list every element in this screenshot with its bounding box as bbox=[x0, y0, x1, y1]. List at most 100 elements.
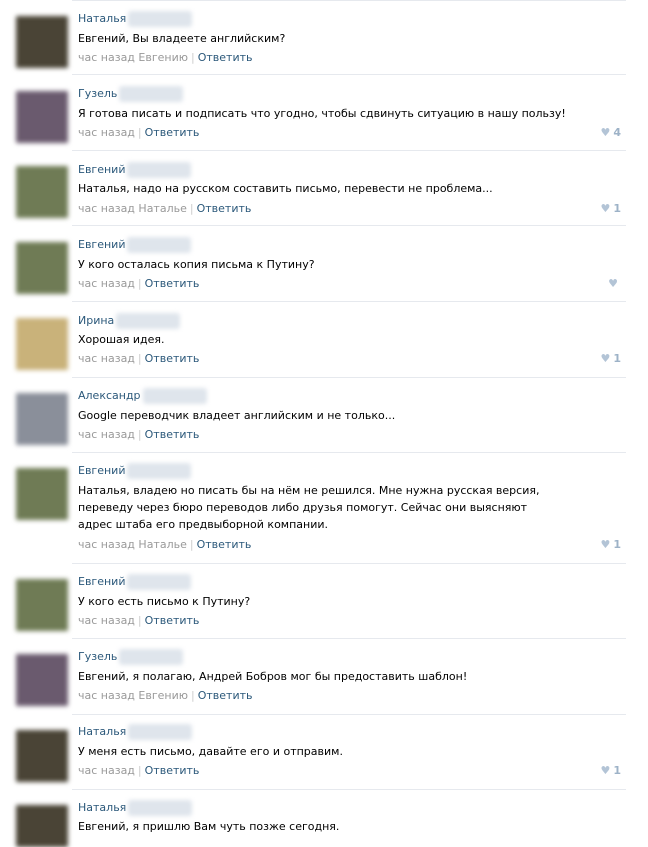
separator: | bbox=[137, 126, 142, 139]
comment-text: Наталья, надо на русском составить письм… bbox=[78, 182, 493, 195]
like-button[interactable]: ♥ 4 bbox=[600, 126, 621, 139]
comment-text: У меня есть письмо, давайте его и отправ… bbox=[78, 745, 343, 758]
comment-meta: час назад | Ответить bbox=[78, 764, 199, 778]
reply-button[interactable]: Ответить bbox=[145, 277, 200, 290]
comment-time[interactable]: час назад bbox=[78, 202, 135, 215]
like-count: 1 bbox=[613, 202, 621, 215]
avatar[interactable] bbox=[16, 805, 68, 847]
comment-time[interactable]: час назад bbox=[78, 126, 135, 139]
heart-icon: ♥ bbox=[600, 126, 611, 139]
comment-meta: час назад | Ответить bbox=[78, 277, 199, 291]
blurred-surname bbox=[128, 11, 193, 27]
reply-button[interactable]: Ответить bbox=[198, 51, 253, 64]
author-name[interactable]: Гузель bbox=[78, 650, 117, 663]
author-name[interactable]: Евгений bbox=[78, 238, 125, 251]
avatar[interactable] bbox=[16, 730, 68, 782]
divider bbox=[72, 789, 626, 790]
reply-button[interactable]: Ответить bbox=[145, 428, 200, 441]
separator: | bbox=[137, 352, 142, 365]
avatar[interactable] bbox=[16, 654, 68, 706]
comment-time[interactable]: час назад bbox=[78, 614, 135, 627]
reply-button[interactable]: Ответить bbox=[198, 689, 253, 702]
heart-icon: ♥ bbox=[608, 277, 618, 290]
comment-meta: час назад Евгению | Ответить bbox=[78, 689, 253, 703]
like-count: 1 bbox=[613, 352, 621, 365]
author-name[interactable]: Наталья bbox=[78, 12, 126, 25]
blurred-surname bbox=[127, 574, 192, 590]
reply-button[interactable]: Ответить bbox=[145, 126, 200, 139]
comment-text: У кого осталась копия письма к Путину? bbox=[78, 258, 315, 271]
comment-time[interactable]: час назад bbox=[78, 428, 135, 441]
comment-text: Наталья, владею но писать бы на нём не р… bbox=[78, 484, 540, 531]
comment-meta: час назад | Ответить bbox=[78, 352, 199, 366]
author-row: Ирина bbox=[78, 313, 181, 329]
heart-icon: ♥ bbox=[600, 538, 611, 551]
like-button[interactable]: ♥ 1 bbox=[600, 764, 621, 777]
author-row: Наталья bbox=[78, 800, 193, 816]
comment-meta: час назад Евгению | Ответить bbox=[78, 51, 253, 65]
author-name[interactable]: Евгений bbox=[78, 575, 125, 588]
separator: | bbox=[191, 689, 195, 702]
reply-to[interactable]: Наталье bbox=[138, 538, 186, 551]
author-row: Александр bbox=[78, 388, 207, 404]
like-button[interactable]: ♥ 1 bbox=[600, 202, 621, 215]
separator: | bbox=[191, 51, 195, 64]
comment-time[interactable]: час назад bbox=[78, 277, 135, 290]
blurred-surname bbox=[119, 649, 184, 665]
separator: | bbox=[137, 614, 142, 627]
author-name[interactable]: Гузель bbox=[78, 87, 117, 100]
divider bbox=[72, 150, 626, 151]
separator: | bbox=[137, 277, 142, 290]
separator: | bbox=[189, 538, 194, 551]
author-name[interactable]: Александр bbox=[78, 389, 141, 402]
heart-icon: ♥ bbox=[600, 352, 611, 365]
like-button[interactable]: ♥ 1 bbox=[600, 538, 621, 551]
avatar[interactable] bbox=[16, 16, 68, 68]
blurred-surname bbox=[119, 86, 184, 102]
avatar[interactable] bbox=[16, 579, 68, 631]
comment-text: Евгений, Вы владеете английским? bbox=[78, 32, 286, 45]
blurred-surname bbox=[116, 313, 181, 329]
like-button[interactable]: ♥ 1 bbox=[600, 352, 621, 365]
avatar[interactable] bbox=[16, 318, 68, 370]
author-name[interactable]: Евгений bbox=[78, 464, 125, 477]
author-row: Гузель bbox=[78, 86, 184, 102]
like-button[interactable]: ♥ bbox=[608, 277, 621, 290]
blurred-surname bbox=[128, 800, 193, 816]
reply-button[interactable]: Ответить bbox=[145, 352, 200, 365]
avatar[interactable] bbox=[16, 393, 68, 445]
author-name[interactable]: Наталья bbox=[78, 801, 126, 814]
comment-time[interactable]: час назад bbox=[78, 352, 135, 365]
divider bbox=[72, 74, 626, 75]
author-name[interactable]: Ирина bbox=[78, 314, 114, 327]
author-name[interactable]: Евгений bbox=[78, 163, 125, 176]
reply-to[interactable]: Евгению bbox=[138, 51, 188, 64]
comment-time[interactable]: час назад bbox=[78, 538, 135, 551]
reply-to[interactable]: Наталье bbox=[138, 202, 186, 215]
reply-to[interactable]: Евгению bbox=[138, 689, 188, 702]
separator: | bbox=[189, 202, 194, 215]
comment-text: Евгений, я полагаю, Андрей Бобров мог бы… bbox=[78, 670, 468, 683]
reply-button[interactable]: Ответить bbox=[197, 202, 252, 215]
author-row: Евгений bbox=[78, 463, 192, 479]
divider bbox=[72, 638, 626, 639]
divider bbox=[72, 377, 626, 378]
avatar[interactable] bbox=[16, 91, 68, 143]
separator: | bbox=[137, 764, 142, 777]
comment-meta: час назад Наталье | Ответить bbox=[78, 538, 251, 552]
comment-time[interactable]: час назад bbox=[78, 51, 135, 64]
heart-icon: ♥ bbox=[600, 202, 611, 215]
divider bbox=[72, 225, 626, 226]
comment-time[interactable]: час назад bbox=[78, 764, 135, 777]
avatar[interactable] bbox=[16, 468, 68, 520]
reply-button[interactable]: Ответить bbox=[197, 538, 252, 551]
avatar[interactable] bbox=[16, 242, 68, 294]
reply-button[interactable]: Ответить bbox=[145, 764, 200, 777]
avatar[interactable] bbox=[16, 166, 68, 218]
reply-button[interactable]: Ответить bbox=[145, 614, 200, 627]
comment-time[interactable]: час назад bbox=[78, 689, 135, 702]
author-name[interactable]: Наталья bbox=[78, 725, 126, 738]
like-count: 1 bbox=[613, 538, 621, 551]
divider bbox=[72, 0, 626, 1]
author-row: Наталья bbox=[78, 724, 193, 740]
